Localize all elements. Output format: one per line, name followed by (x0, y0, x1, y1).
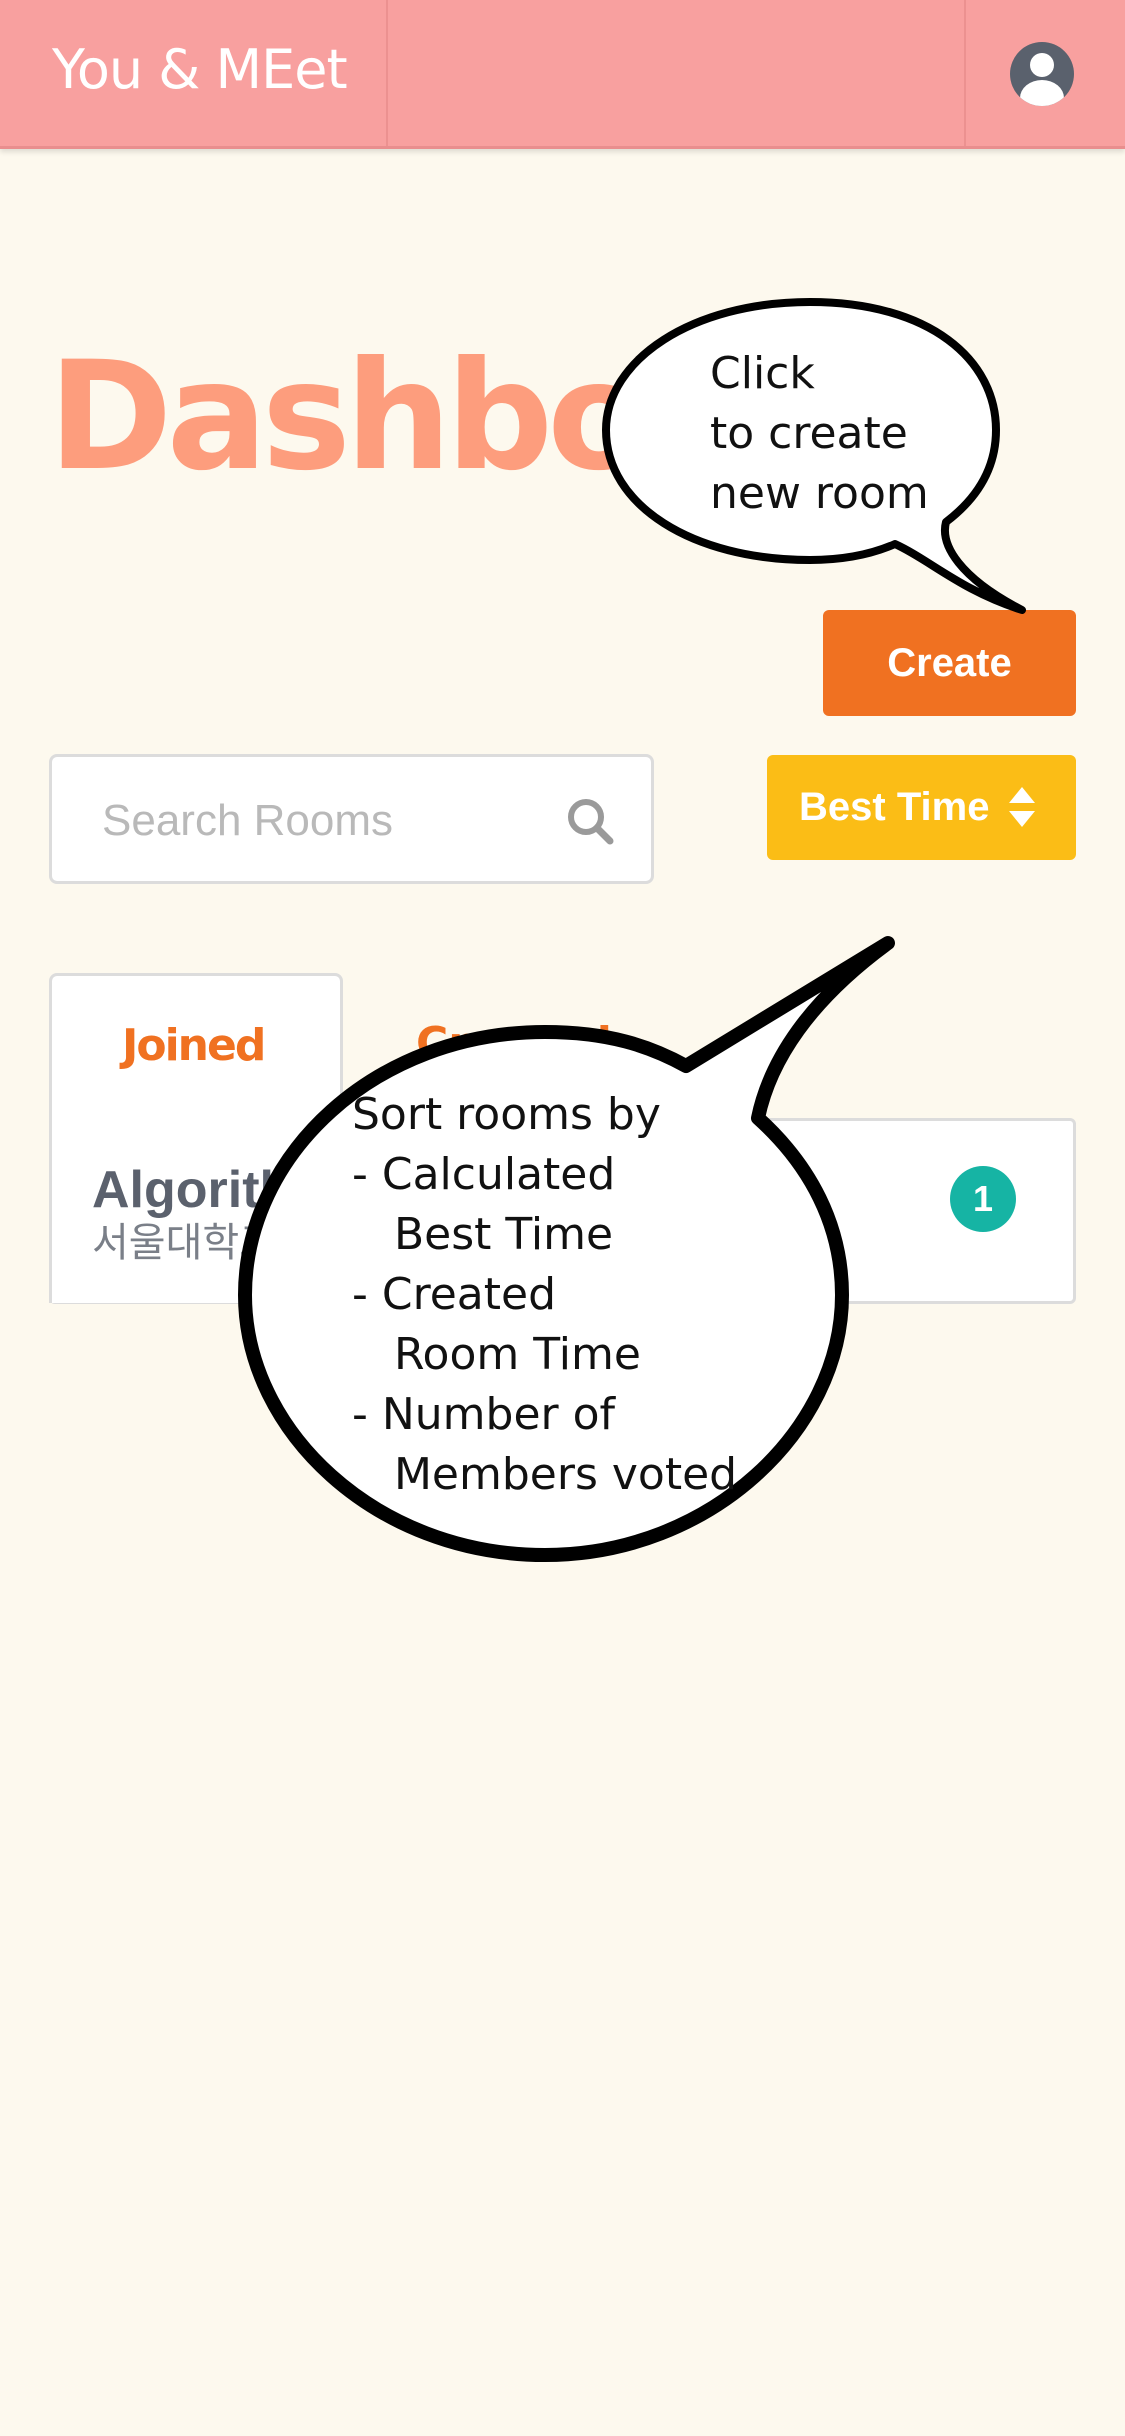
tab-label: Joined (122, 1020, 266, 1071)
nav-divider (964, 0, 966, 146)
app-brand[interactable]: You & MEet (52, 38, 348, 101)
search-icon[interactable] (564, 795, 618, 849)
sort-caret-icon (1009, 787, 1035, 827)
room-subtitle: 서울대학교 (92, 1220, 276, 1266)
top-navbar: You & MEet (0, 0, 1125, 149)
create-callout-text: Click to create new room (710, 348, 929, 519)
tab-created[interactable]: Created (416, 1018, 612, 1069)
member-count-badge: 1 (950, 1166, 1016, 1232)
sort-label: Best Time (799, 785, 990, 829)
search-box (49, 754, 654, 884)
sort-dropdown-button[interactable]: Best Time (767, 755, 1076, 860)
sort-callout-text: Sort rooms by - Calculated Best Time - C… (352, 1089, 738, 1500)
create-room-button[interactable]: Create (823, 610, 1076, 716)
user-avatar-icon[interactable] (1010, 42, 1074, 106)
search-input[interactable] (100, 785, 544, 857)
nav-divider (386, 0, 388, 146)
